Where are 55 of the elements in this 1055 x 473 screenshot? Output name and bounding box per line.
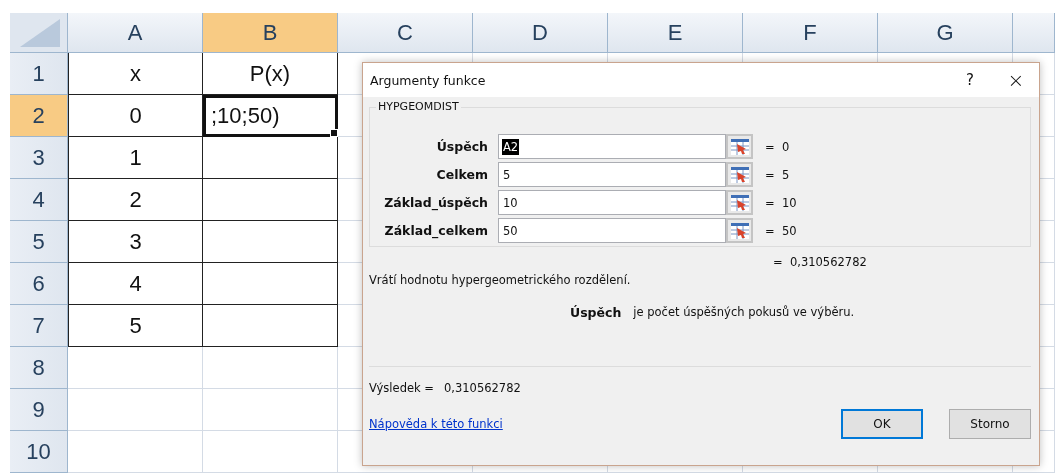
table-cell: ;10;50) bbox=[203, 95, 338, 137]
column-header[interactable]: B bbox=[203, 13, 338, 53]
close-button[interactable]: × bbox=[993, 68, 1039, 92]
range-picker-icon[interactable] bbox=[726, 134, 753, 159]
dialog-button[interactable]: OK bbox=[841, 409, 923, 439]
column-header[interactable]: E bbox=[608, 13, 743, 53]
argument-name: Úspěch bbox=[570, 305, 622, 320]
argument-label: Základ_úspěch bbox=[383, 195, 489, 210]
column-header[interactable]: D bbox=[473, 13, 608, 53]
result-value: 0,310562782 bbox=[443, 381, 521, 395]
argument-label: Základ_celkem bbox=[383, 223, 489, 238]
table-cell: 1 bbox=[68, 137, 203, 179]
table-cell: x bbox=[68, 53, 203, 95]
row-header[interactable]: 6 bbox=[10, 263, 68, 305]
table-cell: 5 bbox=[68, 305, 203, 347]
formula-result: = 0,310562782 bbox=[773, 255, 868, 269]
dialog-title: Argumenty funkce bbox=[370, 72, 487, 88]
function-name: HYPGEOMDIST bbox=[376, 100, 461, 113]
argument-value: = 0 bbox=[764, 139, 791, 154]
column-header[interactable]: A bbox=[68, 13, 203, 53]
argument-field[interactable]: A2 bbox=[498, 134, 726, 159]
result-label: Výsledek = bbox=[369, 381, 434, 395]
argument-help: je počet úspěšných pokusů ve výběru. bbox=[633, 305, 855, 320]
range-picker-icon[interactable] bbox=[726, 162, 753, 187]
argument-field[interactable]: 50 bbox=[498, 218, 726, 243]
row-header[interactable]: 7 bbox=[10, 305, 68, 347]
argument-value: = 5 bbox=[764, 167, 791, 182]
argument-value: = 10 bbox=[764, 195, 798, 210]
row-header[interactable]: 1 bbox=[10, 53, 68, 95]
table-cell: P(x) bbox=[203, 53, 338, 95]
row-header[interactable]: 10 bbox=[10, 431, 68, 473]
column-header[interactable]: F bbox=[743, 13, 878, 53]
range-picker-icon[interactable] bbox=[726, 190, 753, 215]
range-picker-icon[interactable] bbox=[726, 218, 753, 243]
row-header[interactable]: 9 bbox=[10, 389, 68, 431]
table-cell: 2 bbox=[68, 179, 203, 221]
column-header[interactable]: G bbox=[878, 13, 1013, 53]
argument-field[interactable]: 10 bbox=[498, 190, 726, 215]
argument-field[interactable]: 5 bbox=[498, 162, 726, 187]
table-cell: 4 bbox=[68, 263, 203, 305]
table-cell: 3 bbox=[68, 221, 203, 263]
row-header[interactable]: 2 bbox=[10, 95, 68, 137]
argument-value: = 50 bbox=[764, 223, 798, 238]
argument-label: Celkem bbox=[435, 167, 489, 182]
row-header[interactable]: 5 bbox=[10, 221, 68, 263]
row-header[interactable]: 8 bbox=[10, 347, 68, 389]
row-header[interactable]: 4 bbox=[10, 179, 68, 221]
column-header[interactable]: C bbox=[338, 13, 473, 53]
dialog-button[interactable]: Storno bbox=[949, 409, 1031, 439]
argument-label: Úspěch bbox=[435, 139, 489, 154]
help-link[interactable]: Nápověda k této funkci bbox=[369, 417, 815, 431]
function-description: Vrátí hodnotu hypergeometrického rozdělení. bbox=[369, 273, 632, 287]
help-button[interactable]: ? bbox=[947, 71, 993, 89]
table-cell: 0 bbox=[68, 95, 203, 137]
row-header[interactable]: 3 bbox=[10, 137, 68, 179]
